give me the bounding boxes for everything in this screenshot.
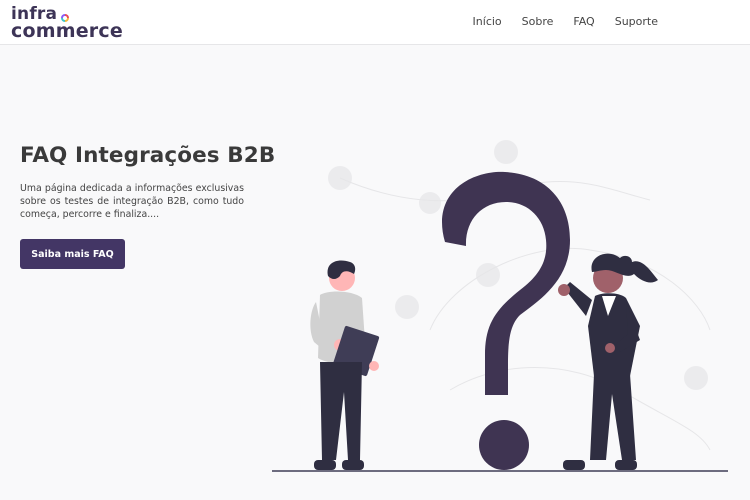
hero-description: Uma página dedicada a informações exclus… xyxy=(20,183,244,220)
woman-figure xyxy=(558,253,658,470)
question-mark-icon xyxy=(442,171,570,395)
main-nav: Início Sobre FAQ Suporte xyxy=(453,15,658,29)
question-mark-dot xyxy=(479,420,529,470)
logo-line-2: commerce xyxy=(11,20,123,42)
nav-link-suporte[interactable]: Suporte xyxy=(615,15,658,29)
nav-link-inicio[interactable]: Início xyxy=(473,15,502,29)
top-navigation-bar: infra commerce Início Sobre FAQ Suporte xyxy=(0,0,750,45)
man-figure xyxy=(310,260,380,470)
saiba-mais-faq-button[interactable]: Saiba mais FAQ xyxy=(20,239,125,269)
infracommerce-logo[interactable]: infra commerce xyxy=(11,5,126,41)
nav-link-sobre[interactable]: Sobre xyxy=(522,15,554,29)
hero-title: FAQ Integrações B2B xyxy=(20,143,276,168)
nav-link-faq[interactable]: FAQ xyxy=(573,15,594,29)
faq-illustration xyxy=(272,140,728,472)
